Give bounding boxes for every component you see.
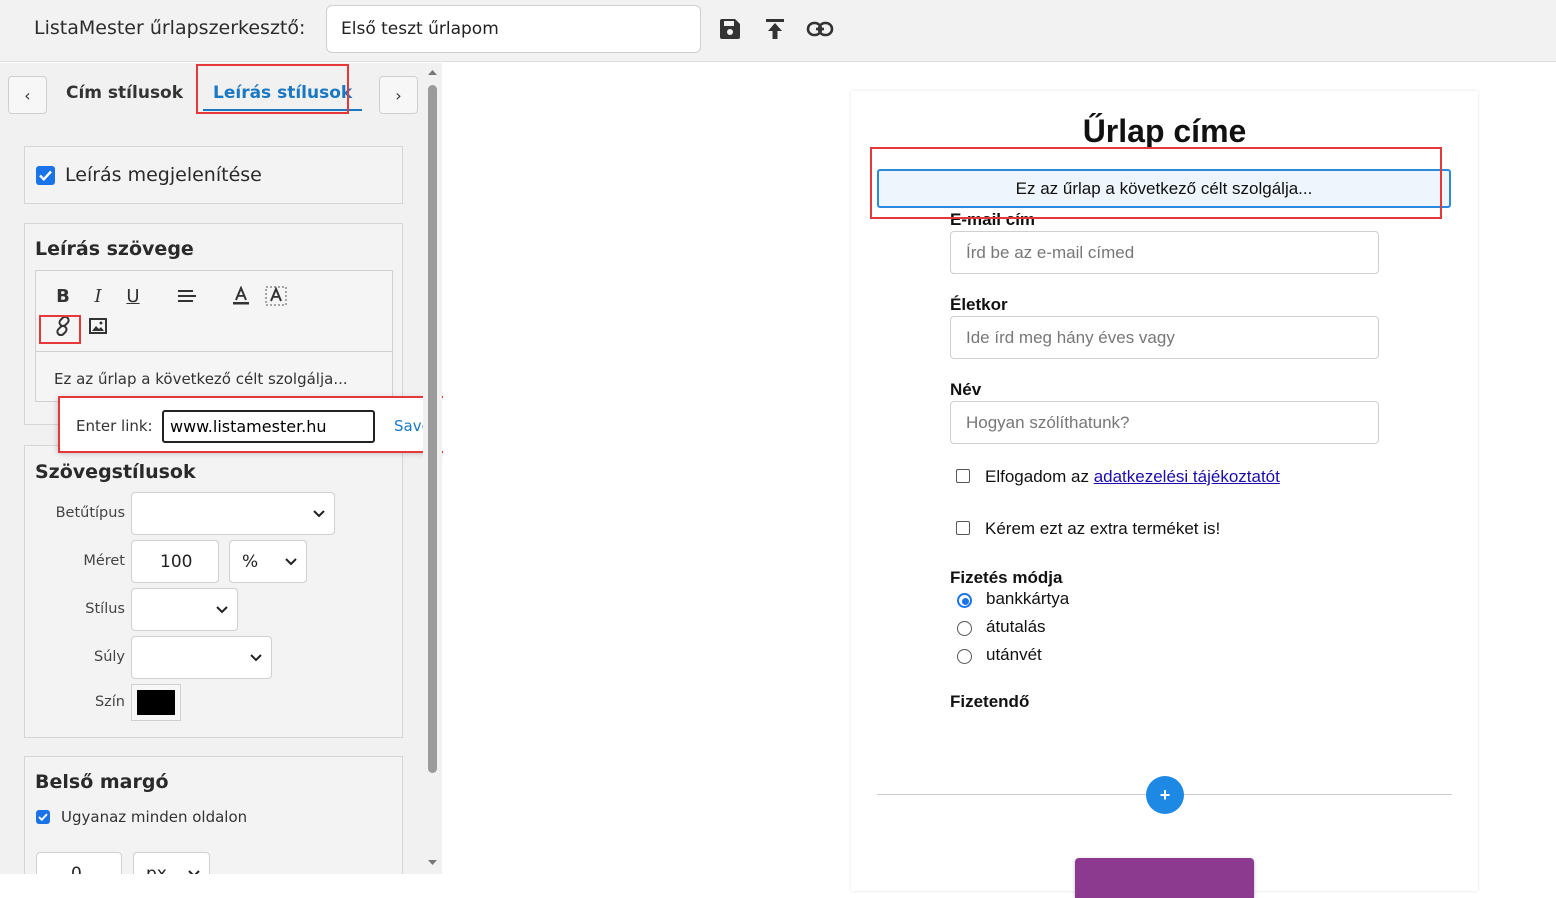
payment-option-transfer: átutalás [986, 617, 1046, 636]
link-icon[interactable] [806, 15, 834, 43]
form-title[interactable]: Űrlap címe [851, 113, 1478, 150]
padding-input[interactable]: 0 [36, 852, 122, 874]
scroll-down-icon[interactable] [427, 859, 438, 867]
extra-product-label: Kérem ezt az extra terméket is! [985, 519, 1221, 538]
font-family-label: Betűtípus [55, 505, 125, 521]
same-all-sides-label: Ugyanaz minden oldalon [61, 808, 248, 826]
padding-card: Belső margó Ugyanaz minden oldalon 0 px [24, 756, 403, 874]
text-color-icon[interactable] [228, 283, 254, 309]
color-label: Szín [94, 694, 125, 710]
text-styles-card: Szövegstílusok Betűtípus Méret 100 % Stí… [24, 445, 403, 738]
size-input[interactable]: 100 [131, 540, 219, 583]
chevron-down-icon [285, 558, 297, 566]
italic-button[interactable]: I [85, 283, 111, 309]
age-field[interactable]: Ide írd meg hány éves vagy [950, 316, 1379, 359]
consent-label: Elfogadom az adatkezelési tájékoztatót [985, 467, 1280, 487]
description-editor[interactable]: Ez az űrlap a következő célt szolgálja..… [35, 352, 393, 402]
highlight-color-icon[interactable] [263, 283, 289, 309]
payment-method-label: Fizetés módja [950, 568, 1063, 587]
extra-product-checkbox[interactable] [956, 521, 970, 535]
text-styles-title: Szövegstílusok [35, 461, 196, 483]
show-description-label: Leírás megjelenítése [65, 164, 262, 186]
editor-toolbar: B I U [35, 270, 393, 352]
chevron-down-icon [188, 870, 200, 874]
payment-option-cod: utánvét [986, 645, 1042, 664]
description-text-card: Leírás szövege B I U Ez az űrlap a követ… [24, 223, 403, 425]
color-swatch [137, 690, 175, 715]
submit-button[interactable] [1075, 858, 1254, 898]
payment-radio-transfer[interactable] [957, 621, 972, 636]
consent-checkbox[interactable] [956, 469, 970, 483]
insert-image-icon[interactable] [85, 313, 111, 339]
tab-prev-button[interactable]: ‹ [8, 76, 47, 114]
publish-icon[interactable] [761, 15, 789, 43]
link-save-button[interactable]: Save [394, 417, 424, 435]
padding-unit-value: px [146, 864, 167, 874]
app-title: ListaMester űrlapszerkesztő: [34, 17, 306, 39]
style-label: Stílus [85, 601, 125, 617]
top-bar: ListaMester űrlapszerkesztő: [0, 0, 1556, 62]
tab-description-styles[interactable]: Leírás stílusok [203, 77, 363, 111]
show-description-checkbox[interactable] [36, 165, 55, 185]
align-icon[interactable] [174, 283, 200, 309]
same-all-sides-checkbox[interactable] [36, 810, 50, 824]
form-description[interactable]: Ez az űrlap a következő célt szolgálja..… [877, 169, 1451, 208]
privacy-policy-link[interactable]: adatkezelési tájékoztatót [1094, 467, 1280, 486]
style-sidebar: ‹ Cím stílusok Leírás stílusok › Leírás … [0, 63, 442, 874]
link-popup-label: Enter link: [76, 417, 153, 435]
chevron-down-icon [216, 606, 228, 614]
size-unit-select[interactable]: % [229, 540, 307, 583]
bold-button[interactable]: B [50, 283, 76, 309]
font-style-select[interactable] [131, 588, 238, 631]
padding-unit-select[interactable]: px [133, 852, 210, 874]
payment-option-card: bankkártya [986, 589, 1070, 608]
form-name-input[interactable] [326, 5, 701, 53]
size-unit-value: % [242, 552, 259, 572]
form-preview-card: Űrlap címe Ez az űrlap a következő célt … [851, 91, 1478, 898]
link-url-input[interactable] [162, 410, 375, 443]
chevron-down-icon [250, 654, 262, 662]
link-popup: Enter link: Save [58, 398, 468, 452]
name-label: Név [950, 380, 982, 399]
underline-button[interactable]: U [120, 283, 146, 309]
payment-radio-cod[interactable] [957, 649, 972, 664]
font-weight-select[interactable] [131, 636, 272, 679]
name-field[interactable]: Hogyan szólíthatunk? [950, 401, 1379, 444]
sidebar-scrollbar[interactable] [423, 63, 442, 874]
email-label: E-mail cím [950, 210, 1036, 229]
age-label: Életkor [950, 295, 1008, 314]
total-label: Fizetendő [950, 692, 1030, 711]
scroll-up-icon[interactable] [427, 68, 438, 76]
tab-next-button[interactable]: › [379, 76, 418, 114]
tab-title-styles[interactable]: Cím stílusok [56, 77, 193, 109]
color-picker[interactable] [131, 684, 181, 721]
payment-radio-card[interactable] [957, 593, 972, 608]
form-preview-area: Űrlap címe Ez az űrlap a következő célt … [443, 63, 1556, 898]
consent-prefix: Elfogadom az [985, 467, 1094, 486]
chevron-down-icon [313, 510, 325, 518]
save-icon[interactable] [716, 15, 744, 43]
add-field-button[interactable]: + [1146, 776, 1184, 814]
weight-label: Súly [93, 649, 125, 665]
show-description-card: Leírás megjelenítése [24, 146, 403, 204]
size-label: Méret [83, 553, 125, 569]
padding-title: Belső margó [35, 771, 169, 793]
email-field[interactable]: Írd be az e-mail címed [950, 231, 1379, 274]
insert-link-icon[interactable] [50, 313, 76, 339]
scrollbar-thumb[interactable] [428, 85, 437, 773]
description-text-title: Leírás szövege [35, 238, 194, 260]
font-family-select[interactable] [131, 492, 335, 535]
